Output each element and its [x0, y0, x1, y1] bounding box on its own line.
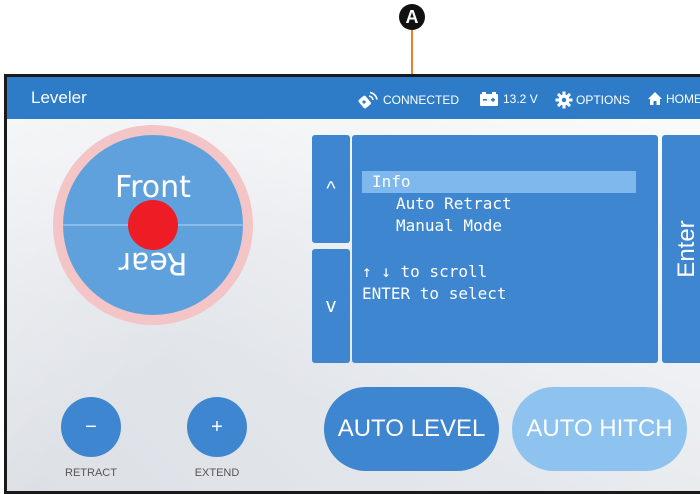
home-icon: [647, 91, 663, 106]
connection-status: CONNECTED: [357, 91, 459, 109]
battery-icon: [479, 91, 499, 107]
device-screen: Leveler CONNECTED 13.2 V OPTIONS HOME Fr…: [4, 74, 700, 494]
up-arrow-icon: ^: [326, 177, 336, 200]
menu-item-info[interactable]: Info: [362, 171, 636, 193]
scroll-down-button[interactable]: v: [312, 249, 350, 363]
enter-button[interactable]: Enter: [662, 135, 700, 363]
plus-icon: +: [211, 416, 223, 438]
level-position-dot: [128, 200, 178, 250]
options-label: OPTIONS: [576, 93, 631, 107]
level-joystick[interactable]: Front Rear: [63, 135, 243, 315]
home-label: HOME: [666, 91, 700, 106]
extend-button[interactable]: +: [187, 397, 247, 457]
home-button[interactable]: HOME: [647, 91, 700, 106]
callout-marker-a: A: [399, 4, 425, 30]
options-button[interactable]: OPTIONS: [555, 91, 630, 109]
down-arrow-icon: v: [326, 294, 336, 317]
menu-item-manual-mode[interactable]: Manual Mode: [362, 215, 502, 237]
minus-icon: −: [85, 416, 97, 438]
scroll-up-button[interactable]: ^: [312, 135, 350, 243]
auto-hitch-label: AUTO HITCH: [526, 415, 673, 442]
app-title: Leveler: [31, 88, 87, 107]
battery-status: 13.2 V: [479, 91, 538, 107]
menu-item-label: Info: [372, 172, 411, 191]
battery-voltage: 13.2 V: [503, 92, 538, 106]
menu-item-label: Auto Retract: [396, 194, 512, 213]
menu-item-label: Manual Mode: [396, 216, 502, 235]
retract-button[interactable]: −: [61, 397, 121, 457]
help-select-text: ENTER to select: [362, 284, 507, 303]
auto-hitch-button[interactable]: AUTO HITCH: [512, 387, 687, 471]
help-scroll-text: ↑ ↓ to scroll: [362, 262, 488, 281]
menu-panel: Info Auto Retract Manual Mode ↑ ↓ to scr…: [352, 135, 658, 363]
connection-status-text: CONNECTED: [383, 93, 460, 107]
auto-level-label: AUTO LEVEL: [337, 415, 486, 442]
menu-item-auto-retract[interactable]: Auto Retract: [362, 193, 512, 215]
gear-icon: [555, 91, 573, 109]
top-bar: Leveler CONNECTED 13.2 V OPTIONS HOME: [7, 77, 700, 119]
extend-label: EXTEND: [194, 467, 240, 479]
rear-label: Rear: [118, 245, 188, 280]
remote-connection-icon: [357, 91, 379, 109]
auto-level-button[interactable]: AUTO LEVEL: [324, 387, 499, 471]
enter-label: Enter: [673, 220, 700, 278]
retract-label: RETRACT: [65, 467, 117, 479]
